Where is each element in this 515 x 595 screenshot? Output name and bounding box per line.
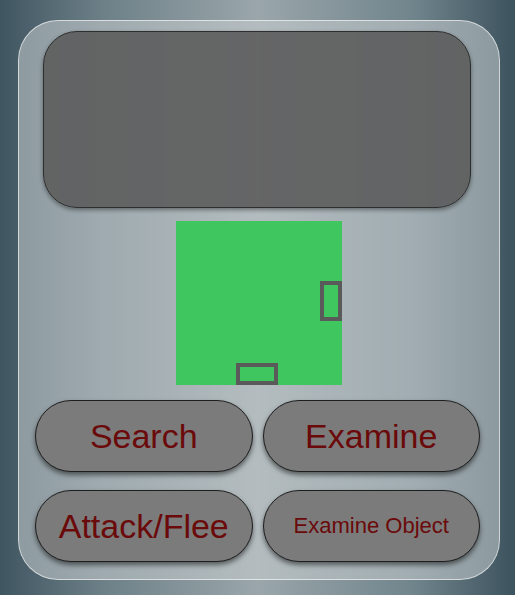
action-button[interactable]: Search [35, 400, 253, 472]
message-box [43, 31, 471, 208]
action-buttons: SearchExamineAttack/FleeExamine Object [35, 400, 480, 562]
action-button[interactable]: Examine [263, 400, 481, 472]
game-screen: SearchExamineAttack/FleeExamine Object [0, 0, 515, 595]
action-button[interactable]: Examine Object [263, 490, 481, 562]
room-map [176, 221, 342, 385]
action-button[interactable]: Attack/Flee [35, 490, 253, 562]
game-panel: SearchExamineAttack/FleeExamine Object [18, 20, 500, 580]
east-exit-icon [320, 281, 342, 321]
south-exit-icon [236, 363, 278, 385]
